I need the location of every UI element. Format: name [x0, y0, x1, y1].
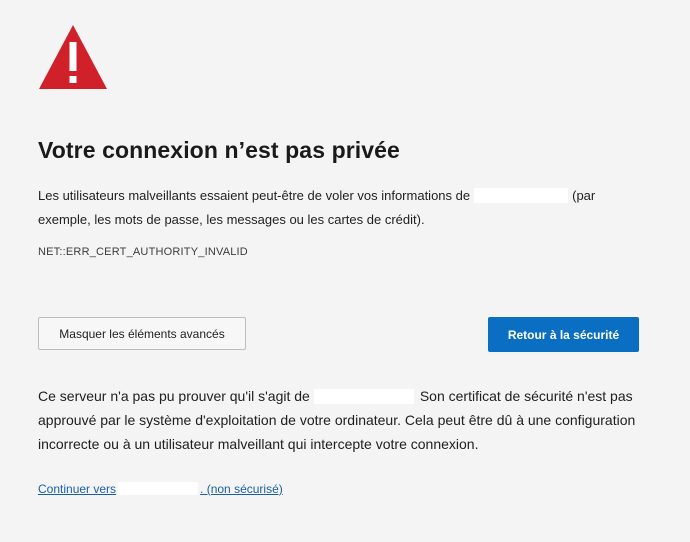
warning-summary: Les utilisateurs malveillants essaient p… — [38, 184, 638, 232]
continue-unsafe-link[interactable]: Continuer vers . (non sécurisé) — [38, 482, 283, 496]
summary-text-start: Les utilisateurs malveillants essaient p… — [38, 188, 471, 203]
hide-advanced-button[interactable]: Masquer les éléments avancés — [38, 317, 246, 350]
warning-triangle-icon — [39, 25, 107, 89]
advanced-details: Ce serveur n'a pas pu prouver qu'il s'ag… — [38, 384, 648, 456]
continue-link-suffix: . (non sécurisé) — [200, 482, 283, 496]
redacted-domain — [474, 188, 569, 203]
error-code: NET::ERR_CERT_AUTHORITY_INVALID — [38, 246, 248, 258]
details-text-start: Ce serveur n'a pas pu prouver qu'il s'ag… — [38, 388, 310, 404]
back-to-safety-button[interactable]: Retour à la sécurité — [488, 317, 639, 352]
redacted-domain — [118, 482, 199, 495]
page-title: Votre connexion n’est pas privée — [38, 137, 400, 163]
redacted-domain — [313, 389, 414, 404]
continue-link-prefix: Continuer vers — [38, 482, 117, 496]
